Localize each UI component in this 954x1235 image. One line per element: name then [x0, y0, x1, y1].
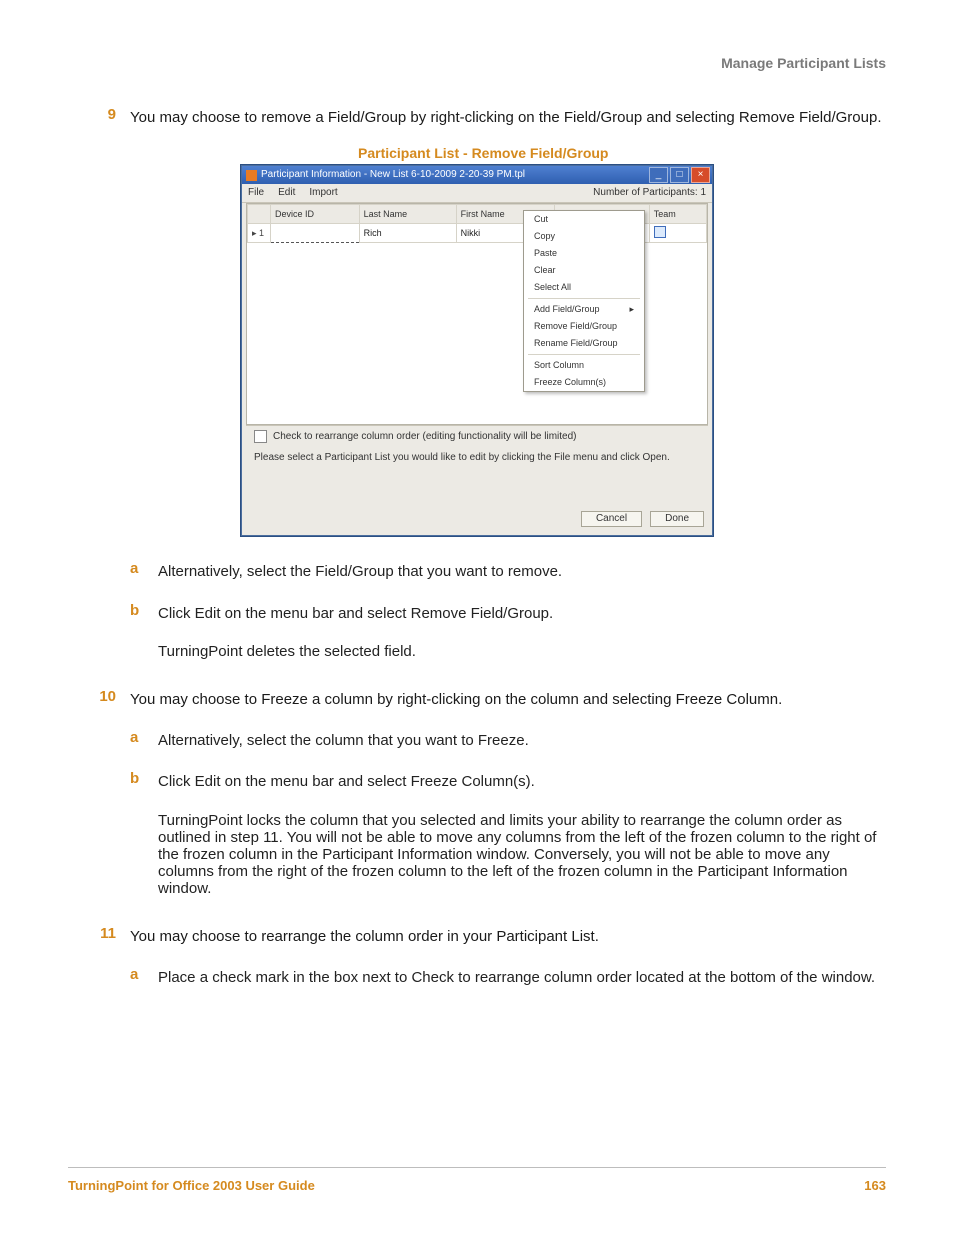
col-last-name[interactable]: Last Name	[359, 205, 456, 224]
step-10-number: 10	[68, 688, 130, 705]
step-11-text: You may choose to rearrange the column o…	[130, 925, 886, 948]
ctx-freeze-column[interactable]: Freeze Column(s)	[524, 374, 644, 391]
cell-team[interactable]	[649, 224, 706, 243]
ctx-cut[interactable]: Cut	[524, 211, 644, 228]
close-button[interactable]: ×	[691, 167, 710, 183]
window-title: Participant Information - New List 6-10-…	[261, 170, 647, 180]
col-device-id[interactable]: Device ID	[271, 205, 360, 224]
step-10b-letter: b	[130, 770, 158, 787]
step-9b-text: Click Edit on the menu bar and select Re…	[158, 602, 886, 625]
step-9-text: You may choose to remove a Field/Group b…	[130, 106, 886, 129]
col-team[interactable]: Team	[649, 205, 706, 224]
step-10-text: You may choose to Freeze a column by rig…	[130, 688, 886, 711]
participant-info-window: Participant Information - New List 6-10-…	[241, 165, 713, 536]
ctx-add-field[interactable]: Add Field/Group▸	[524, 301, 644, 318]
dialog-button-bar: Cancel Done	[242, 503, 712, 535]
step-11a-letter: a	[130, 966, 158, 983]
ctx-sort-column[interactable]: Sort Column	[524, 357, 644, 374]
row-indicator: ▸ 1	[248, 224, 271, 243]
step-9a-text: Alternatively, select the Field/Group th…	[158, 560, 886, 583]
ctx-copy[interactable]: Copy	[524, 228, 644, 245]
window-titlebar: Participant Information - New List 6-10-…	[242, 166, 712, 184]
rearrange-check-row: Check to rearrange column order (editing…	[246, 425, 708, 447]
ctx-paste[interactable]: Paste	[524, 245, 644, 262]
menu-import[interactable]: Import	[309, 188, 337, 198]
footer-title: TurningPoint for Office 2003 User Guide	[68, 1178, 315, 1193]
hint-text: Please select a Participant List you wou…	[246, 447, 708, 499]
step-9-result: TurningPoint deletes the selected field.	[158, 643, 886, 660]
row-header-blank	[248, 205, 271, 224]
step-11-number: 11	[68, 925, 130, 942]
step-11a-text: Place a check mark in the box next to Ch…	[158, 966, 886, 989]
context-menu: Cut Copy Paste Clear Select All Add Fiel…	[523, 210, 645, 392]
menu-bar: File Edit Import Number of Participants:…	[242, 184, 712, 203]
ctx-select-all[interactable]: Select All	[524, 279, 644, 296]
minimize-button[interactable]: _	[649, 167, 668, 183]
participant-grid[interactable]: Device ID Last Name First Name Student I…	[246, 203, 708, 425]
app-icon	[246, 170, 257, 181]
step-9-number: 9	[68, 106, 130, 123]
rearrange-label: Check to rearrange column order (editing…	[273, 432, 576, 442]
ctx-separator-2	[528, 354, 640, 355]
step-10-result: TurningPoint locks the column that you s…	[158, 812, 886, 897]
ctx-clear[interactable]: Clear	[524, 262, 644, 279]
team-checkbox[interactable]	[654, 226, 666, 238]
step-9a-letter: a	[130, 560, 158, 577]
figure-caption: Participant List - Remove Field/Group	[358, 145, 886, 161]
participant-count: Number of Participants: 1	[593, 188, 706, 198]
ctx-remove-field[interactable]: Remove Field/Group	[524, 318, 644, 335]
cell-last-name[interactable]: Rich	[359, 224, 456, 243]
done-button[interactable]: Done	[650, 511, 704, 527]
step-10b-text: Click Edit on the menu bar and select Fr…	[158, 770, 886, 793]
page-footer: TurningPoint for Office 2003 User Guide …	[68, 1167, 886, 1193]
maximize-button[interactable]: □	[670, 167, 689, 183]
cancel-button[interactable]: Cancel	[581, 511, 642, 527]
step-10a-letter: a	[130, 729, 158, 746]
cell-device-id[interactable]	[271, 224, 360, 243]
step-10a-text: Alternatively, select the column that yo…	[158, 729, 886, 752]
footer-page-number: 163	[864, 1178, 886, 1193]
submenu-arrow-icon: ▸	[629, 305, 634, 314]
step-9b-letter: b	[130, 602, 158, 619]
rearrange-checkbox[interactable]	[254, 430, 267, 443]
menu-file[interactable]: File	[248, 188, 264, 198]
section-header: Manage Participant Lists	[68, 55, 886, 71]
ctx-separator-1	[528, 298, 640, 299]
menu-edit[interactable]: Edit	[278, 188, 295, 198]
ctx-rename-field[interactable]: Rename Field/Group	[524, 335, 644, 352]
